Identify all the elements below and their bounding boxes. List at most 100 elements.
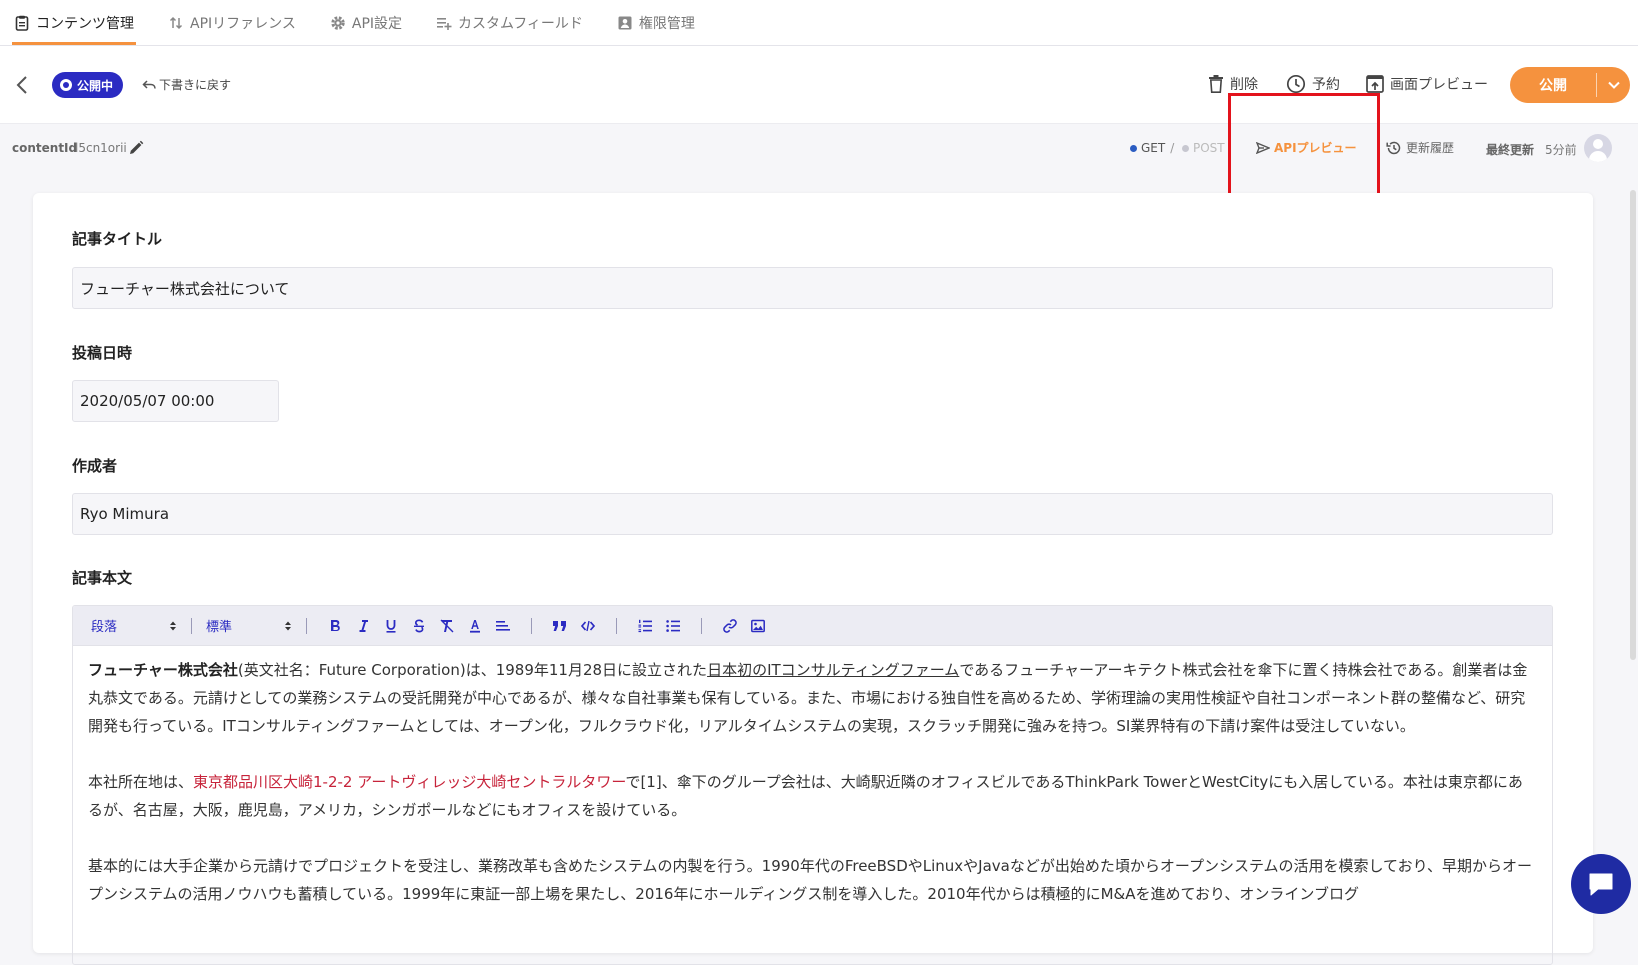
tab-label: APIリファレンス bbox=[190, 15, 296, 32]
publish-options-button[interactable] bbox=[1597, 80, 1630, 90]
toolbar-divider bbox=[616, 617, 617, 634]
get-dot-icon bbox=[1130, 144, 1137, 152]
clipboard-icon bbox=[14, 15, 30, 31]
image-icon[interactable] bbox=[749, 617, 767, 635]
author-input[interactable]: Ryo Mimura bbox=[72, 493, 1553, 535]
tab-custom-fields[interactable]: カスタムフィールド bbox=[434, 0, 585, 45]
inline-link[interactable]: 日本初のITコンサルティングファーム bbox=[707, 661, 959, 679]
align-left-icon[interactable] bbox=[494, 617, 512, 635]
playlist-add-icon bbox=[436, 15, 452, 31]
toolbar-divider bbox=[531, 617, 532, 634]
italic-icon[interactable] bbox=[354, 617, 372, 635]
api-preview-label: APIプレビュー bbox=[1274, 141, 1357, 155]
schedule-label: 予約 bbox=[1312, 77, 1340, 93]
block-format-value: 段落 bbox=[91, 620, 118, 635]
last-updated-value: 5分前 bbox=[1545, 143, 1577, 157]
screen-preview-button[interactable]: 画面プレビュー bbox=[1366, 74, 1488, 94]
chevron-down-icon bbox=[1607, 81, 1620, 89]
sort-arrows-icon bbox=[168, 15, 184, 31]
last-updated-label: 最終更新 bbox=[1486, 143, 1535, 157]
send-icon bbox=[1256, 141, 1270, 154]
date-input[interactable]: 2020/05/07 00:00 bbox=[72, 380, 279, 422]
ordered-list-icon[interactable] bbox=[636, 617, 654, 635]
meta-row: contentId l5cn1orii GET / POST APIプレビュー … bbox=[0, 124, 1638, 174]
bullet-list-icon[interactable] bbox=[664, 617, 682, 635]
delete-label: 削除 bbox=[1230, 77, 1258, 93]
undo-icon bbox=[142, 79, 156, 89]
text-style-value: 標準 bbox=[206, 620, 233, 635]
publish-button[interactable]: 公開 bbox=[1510, 67, 1630, 103]
tab-api-settings[interactable]: API設定 bbox=[328, 0, 404, 45]
content-form-card: 記事タイトル フューチャー株式会社について 投稿日時 2020/05/07 00… bbox=[33, 193, 1593, 965]
content-id-label: contentId bbox=[12, 141, 78, 155]
post-label: POST bbox=[1193, 141, 1225, 155]
clock-icon bbox=[1286, 74, 1306, 94]
body-field-label: 記事本文 bbox=[72, 569, 133, 587]
gear-icon bbox=[330, 15, 346, 31]
title-input-value: フューチャー株式会社について bbox=[80, 279, 290, 298]
account-box-icon bbox=[617, 15, 633, 31]
author-input-value: Ryo Mimura bbox=[80, 505, 170, 523]
rich-text-editor[interactable]: 段落 標準 フューチャー株式会社(英文社名：Future Corporation… bbox=[72, 605, 1553, 965]
delete-button[interactable]: 削除 bbox=[1208, 74, 1258, 94]
history-label: 更新履歴 bbox=[1406, 141, 1455, 155]
code-icon[interactable] bbox=[579, 617, 597, 635]
page-scrollbar[interactable] bbox=[1630, 190, 1636, 660]
edit-content-id-button[interactable] bbox=[128, 140, 144, 160]
link-icon[interactable] bbox=[721, 617, 739, 635]
title-input[interactable]: フューチャー株式会社について bbox=[72, 267, 1553, 309]
chevron-left-icon bbox=[16, 76, 27, 94]
tab-label: カスタムフィールド bbox=[458, 15, 583, 32]
author-field-label: 作成者 bbox=[72, 457, 118, 475]
strikethrough-icon[interactable] bbox=[410, 617, 428, 635]
schedule-button[interactable]: 予約 bbox=[1286, 74, 1340, 94]
open-in-browser-icon bbox=[1366, 75, 1384, 93]
post-dot-icon bbox=[1182, 144, 1189, 152]
date-input-value: 2020/05/07 00:00 bbox=[80, 392, 215, 410]
get-label: GET bbox=[1141, 141, 1166, 155]
tab-permissions[interactable]: 権限管理 bbox=[615, 0, 697, 45]
paragraph-1: フューチャー株式会社(英文社名：Future Corporation)は、198… bbox=[88, 661, 1528, 735]
content-header: 公開中 下書きに戻す 削除 予約 画面プレビュー 公開 bbox=[0, 46, 1638, 124]
editor-content[interactable]: フューチャー株式会社(英文社名：Future Corporation)は、198… bbox=[73, 646, 1552, 946]
revert-label: 下書きに戻す bbox=[159, 78, 232, 92]
trash-icon bbox=[1209, 75, 1223, 93]
tab-content-management[interactable]: コンテンツ管理 bbox=[12, 0, 136, 45]
tab-api-reference[interactable]: APIリファレンス bbox=[166, 0, 298, 45]
method-get[interactable]: GET / bbox=[1130, 141, 1179, 155]
history-button[interactable]: 更新履歴 bbox=[1386, 139, 1454, 156]
text-color-icon[interactable] bbox=[466, 617, 484, 635]
block-format-select[interactable]: 段落 bbox=[91, 616, 177, 635]
clear-format-icon[interactable] bbox=[438, 617, 456, 635]
underline-icon[interactable] bbox=[382, 617, 400, 635]
select-arrows-icon bbox=[170, 621, 176, 630]
method-post[interactable]: POST bbox=[1182, 141, 1225, 155]
toolbar-divider bbox=[191, 617, 192, 634]
api-preview-button[interactable]: APIプレビュー bbox=[1256, 139, 1357, 156]
status-label: 公開中 bbox=[77, 78, 114, 93]
chat-button[interactable] bbox=[1571, 854, 1631, 914]
content-id-value: l5cn1orii bbox=[75, 141, 127, 155]
method-separator: / bbox=[1170, 141, 1175, 155]
blockquote-icon[interactable] bbox=[551, 617, 569, 635]
bold-icon[interactable] bbox=[326, 617, 344, 635]
chat-bubble-icon bbox=[1589, 873, 1613, 896]
toolbar-divider bbox=[306, 617, 307, 634]
avatar[interactable] bbox=[1584, 134, 1612, 162]
status-badge: 公開中 bbox=[52, 72, 124, 98]
paragraph-2: 本社所在地は、東京都品川区大崎1-2-2 アートヴィレッジ大崎セントラルタワーで… bbox=[88, 773, 1523, 819]
tab-label: API設定 bbox=[351, 15, 403, 32]
tab-label: コンテンツ管理 bbox=[36, 15, 134, 32]
pencil-icon bbox=[130, 140, 144, 154]
editor-toolbar: 段落 標準 bbox=[73, 606, 1552, 646]
status-dot-icon bbox=[60, 79, 72, 91]
revert-to-draft-button[interactable]: 下書きに戻す bbox=[142, 76, 231, 93]
title-field-label: 記事タイトル bbox=[72, 230, 163, 248]
back-button[interactable] bbox=[14, 74, 30, 96]
screen-preview-label: 画面プレビュー bbox=[1390, 77, 1488, 93]
select-arrows-icon bbox=[285, 621, 291, 630]
text-style-select[interactable]: 標準 bbox=[206, 616, 292, 635]
paragraph-3: 基本的には大手企業から元請けでプロジェクトを受注し、業務改革も含めたシステムの内… bbox=[88, 857, 1533, 903]
date-field-label: 投稿日時 bbox=[72, 344, 133, 362]
toolbar-divider bbox=[701, 617, 702, 634]
